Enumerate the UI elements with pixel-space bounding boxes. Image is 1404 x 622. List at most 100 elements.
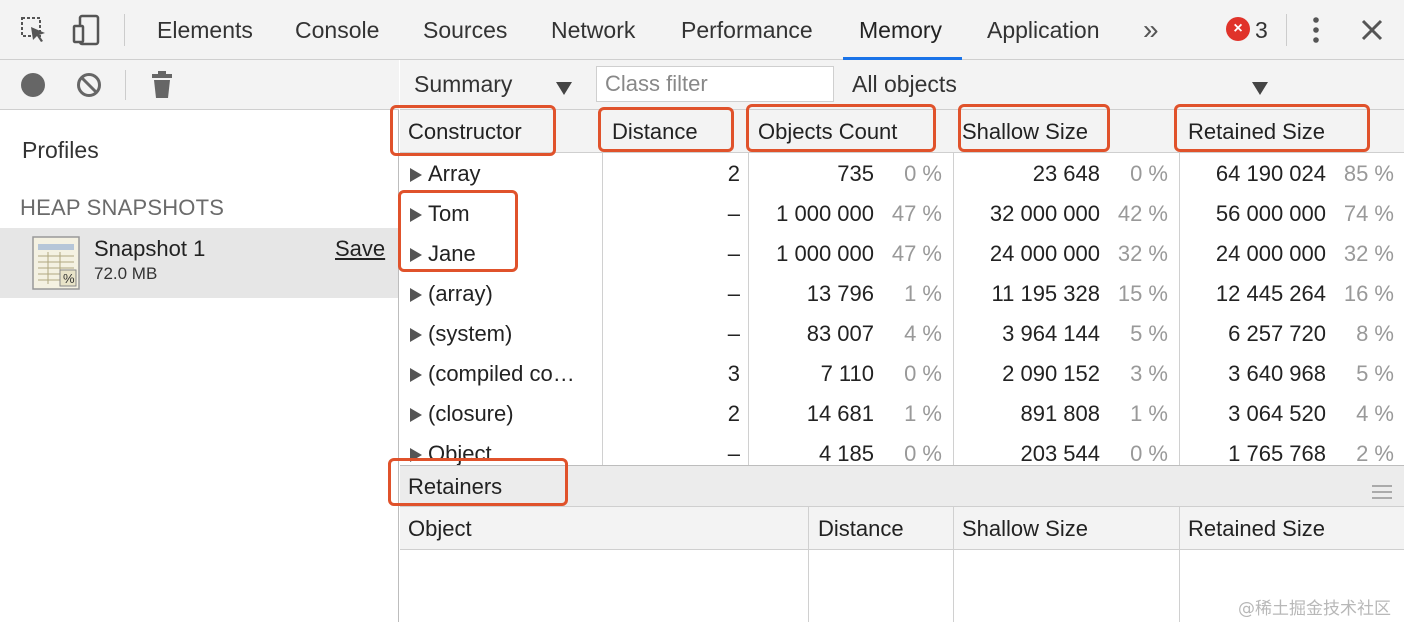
shallow-size-cell: 11 195 328 — [991, 281, 1100, 306]
tab-sources[interactable]: Sources — [423, 0, 507, 60]
svg-text:%: % — [63, 271, 75, 286]
table-row[interactable]: (compiled co… 3 7 110 0 % 2 090 152 3 % … — [400, 354, 1404, 394]
record-icon[interactable] — [20, 72, 46, 104]
tab-network[interactable]: Network — [551, 0, 635, 60]
watermark: @稀土掘金技术社区 — [1238, 599, 1391, 619]
hamburger-icon[interactable] — [1372, 479, 1392, 499]
tab-application[interactable]: Application — [987, 0, 1100, 60]
dropdown-arrow-icon[interactable] — [1252, 76, 1268, 102]
shallow-percent: 0 % — [1130, 441, 1168, 465]
retained-percent: 8 % — [1356, 321, 1394, 346]
retained-size-cell: 24 000 000 — [1215, 241, 1326, 266]
highlight-constructor — [390, 105, 556, 156]
distance-cell: – — [727, 321, 740, 346]
shallow-percent: 5 % — [1130, 321, 1168, 346]
retained-size-cell: 1 765 768 — [1228, 441, 1326, 465]
retained-size-cell: 64 190 024 — [1215, 161, 1326, 186]
count-cell: 7 110 — [820, 361, 874, 386]
expand-triangle-icon[interactable] — [410, 408, 422, 422]
distance-cell: – — [727, 441, 740, 465]
retained-size-cell: 12 445 264 — [1215, 281, 1326, 306]
distance-cell: – — [727, 201, 740, 226]
view-selector[interactable]: Summary — [414, 60, 512, 108]
toolbar-divider — [1286, 14, 1287, 46]
table-row[interactable]: (closure) 2 14 681 1 % 891 808 1 % 3 064… — [400, 394, 1404, 434]
table-row[interactable]: Jane – 1 000 000 47 % 24 000 000 32 % 24… — [400, 234, 1404, 274]
count-cell: 4 185 — [818, 441, 874, 465]
devtools-tab-bar: Elements Console Sources Network Perform… — [0, 0, 1404, 60]
error-count[interactable]: 3 — [1255, 0, 1268, 60]
inspect-element-icon[interactable] — [14, 10, 54, 50]
expand-triangle-icon[interactable] — [410, 288, 422, 302]
distance-cell: – — [727, 281, 740, 306]
objects-filter-select[interactable]: All objects — [852, 60, 957, 108]
retained-size-cell: 3 064 520 — [1228, 401, 1326, 426]
count-percent: 47 % — [891, 201, 942, 226]
expand-triangle-icon[interactable] — [410, 328, 422, 342]
kebab-menu-icon[interactable] — [1296, 10, 1336, 50]
column-header-distance[interactable]: Distance — [818, 507, 904, 550]
retained-percent: 2 % — [1356, 441, 1394, 465]
snapshot-name: Snapshot 1 — [94, 236, 206, 261]
distance-cell: 2 — [727, 161, 740, 186]
highlight-shallow-size — [958, 104, 1110, 152]
shallow-size-cell: 32 000 000 — [989, 201, 1100, 226]
highlight-distance — [598, 107, 734, 152]
shallow-size-cell: 891 808 — [1020, 401, 1100, 426]
column-header-retained-size[interactable]: Retained Size — [1188, 507, 1325, 550]
count-cell: 13 796 — [806, 281, 874, 306]
retained-size-cell: 6 257 720 — [1228, 321, 1326, 346]
overflow-chevron-icon[interactable]: » — [1143, 0, 1159, 60]
constructor-name: (system) — [428, 321, 513, 346]
constructor-name: (closure) — [428, 401, 514, 426]
tab-console[interactable]: Console — [295, 0, 379, 60]
table-row[interactable]: Array 2 735 0 % 23 648 0 % 64 190 024 85… — [400, 154, 1404, 194]
shallow-percent: 0 % — [1130, 161, 1168, 186]
expand-triangle-icon[interactable] — [410, 368, 422, 382]
column-divider[interactable] — [1179, 507, 1180, 622]
tab-elements[interactable]: Elements — [157, 0, 253, 60]
error-icon[interactable]: × — [1226, 17, 1250, 41]
column-header-shallow-size[interactable]: Shallow Size — [962, 507, 1088, 550]
tab-performance[interactable]: Performance — [681, 0, 813, 60]
count-cell: 735 — [837, 161, 874, 186]
shallow-percent: 1 % — [1130, 401, 1168, 426]
clear-icon[interactable] — [76, 72, 102, 104]
count-cell: 1 000 000 — [776, 241, 874, 266]
toolbar-divider — [124, 14, 125, 46]
shallow-size-cell: 203 544 — [1020, 441, 1100, 465]
count-percent: 0 % — [904, 441, 942, 465]
dropdown-arrow-icon[interactable] — [556, 76, 572, 102]
highlight-tom-jane-rows — [398, 190, 518, 272]
retained-percent: 85 % — [1343, 161, 1394, 186]
retained-size-cell: 3 640 968 — [1228, 361, 1326, 386]
shallow-size-cell: 24 000 000 — [989, 241, 1100, 266]
table-row[interactable]: (array) – 13 796 1 % 11 195 328 15 % 12 … — [400, 274, 1404, 314]
retained-percent: 4 % — [1356, 401, 1394, 426]
retained-percent: 32 % — [1343, 241, 1394, 266]
column-divider[interactable] — [953, 507, 954, 622]
tab-memory[interactable]: Memory — [842, 0, 963, 60]
save-snapshot-link[interactable]: Save — [335, 236, 385, 262]
count-percent: 0 % — [904, 361, 942, 386]
class-filter-input[interactable] — [596, 66, 834, 102]
count-percent: 4 % — [904, 321, 942, 346]
count-cell: 83 007 — [806, 321, 874, 346]
expand-triangle-icon[interactable] — [410, 168, 422, 182]
table-row[interactable]: (system) – 83 007 4 % 3 964 144 5 % 6 25… — [400, 314, 1404, 354]
table-row[interactable]: Tom – 1 000 000 47 % 32 000 000 42 % 56 … — [400, 194, 1404, 234]
heap-table-body: Array 2 735 0 % 23 648 0 % 64 190 024 85… — [400, 154, 1404, 465]
snapshot-item[interactable]: % Snapshot 1 72.0 MB Save — [0, 228, 398, 298]
constructor-name: Array — [428, 161, 481, 186]
trash-icon[interactable] — [150, 70, 174, 106]
close-icon[interactable] — [1352, 10, 1392, 50]
count-percent: 1 % — [904, 281, 942, 306]
column-divider[interactable] — [808, 507, 809, 622]
toolbar-divider — [125, 70, 126, 100]
column-header-object[interactable]: Object — [408, 507, 472, 550]
shallow-percent: 32 % — [1117, 241, 1168, 266]
distance-cell: 2 — [727, 401, 740, 426]
shallow-percent: 3 % — [1130, 361, 1168, 386]
device-toolbar-icon[interactable] — [66, 10, 106, 50]
highlight-retained-size — [1174, 104, 1370, 152]
